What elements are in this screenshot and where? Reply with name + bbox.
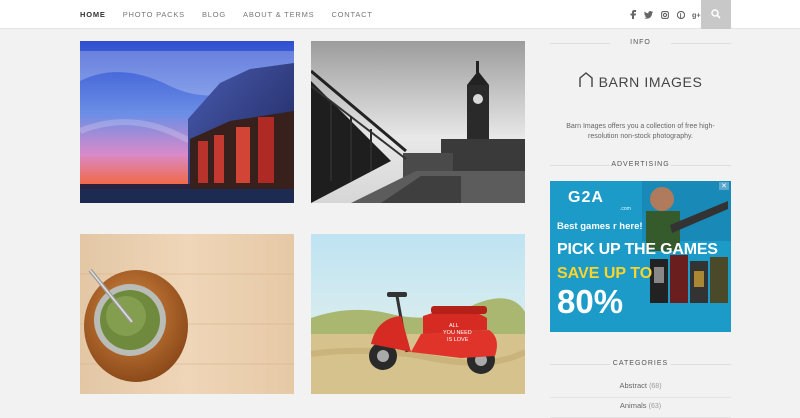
instagram-icon[interactable] (660, 10, 669, 19)
search-button[interactable] (701, 0, 731, 29)
twitter-icon[interactable] (644, 10, 653, 19)
category-name: Abstract (619, 381, 647, 390)
ad-save: SAVE UP TO (557, 265, 653, 282)
photo-clock-tower[interactable] (311, 41, 525, 203)
ad-banner[interactable]: G2A .com Best games r here! PICK UP THE … (550, 181, 731, 332)
facebook-icon[interactable] (628, 10, 637, 19)
nav-home[interactable]: HOME (80, 10, 106, 19)
nav-contact[interactable]: CONTACT (331, 10, 372, 19)
categories-list: Abstract (68) Animals (63) (550, 378, 731, 418)
svg-text:IS LOVE: IS LOVE (447, 337, 469, 343)
info-title: INFO (550, 36, 731, 50)
ad-brand: G2A (568, 189, 604, 206)
pinterest-icon[interactable] (676, 10, 685, 19)
sidebar: INFO BARN IMAGES Barn Images offers you … (550, 36, 731, 142)
advertising-title: ADVERTISING (550, 158, 731, 172)
category-count: (63) (648, 403, 662, 410)
ad-headline: PICK UP THE GAMES (557, 241, 718, 258)
about-text: Barn Images offers you a collection of f… (566, 123, 715, 140)
category-item[interactable]: Animals (63) (550, 398, 731, 418)
ad-brand-sub: .com (620, 206, 631, 212)
logo-text: BARN IMAGES (598, 74, 703, 90)
category-count: (68) (649, 383, 662, 390)
photo-concert-hall[interactable] (80, 41, 294, 203)
barn-icon (578, 71, 593, 93)
social-links: g+ (628, 0, 701, 29)
google-plus-icon[interactable]: g+ (692, 10, 701, 19)
search-icon (711, 6, 721, 24)
photo-red-scooter[interactable]: ALL YOU NEED IS LOVE (311, 234, 525, 394)
nav-blog[interactable]: BLOG (202, 10, 226, 19)
svg-text:g+: g+ (692, 11, 701, 19)
main-nav: HOME PHOTO PACKS BLOG ABOUT & TERMS CONT… (80, 0, 390, 29)
nav-photo-packs[interactable]: PHOTO PACKS (123, 10, 185, 19)
nav-about-terms[interactable]: ABOUT & TERMS (243, 10, 314, 19)
svg-text:ALL: ALL (449, 323, 459, 329)
ad-percent: 80% (557, 283, 624, 320)
site-logo[interactable]: BARN IMAGES (550, 70, 731, 94)
ad-close-icon[interactable]: ✕ (719, 182, 729, 190)
category-name: Animals (619, 401, 647, 410)
svg-text:YOU NEED: YOU NEED (443, 330, 472, 336)
category-item[interactable]: Abstract (68) (550, 378, 731, 398)
ad-tagline: Best games r here! (557, 221, 643, 232)
categories-title: CATEGORIES (550, 357, 731, 371)
top-bar: HOME PHOTO PACKS BLOG ABOUT & TERMS CONT… (0, 0, 800, 29)
photo-mate-cup[interactable] (80, 234, 294, 394)
